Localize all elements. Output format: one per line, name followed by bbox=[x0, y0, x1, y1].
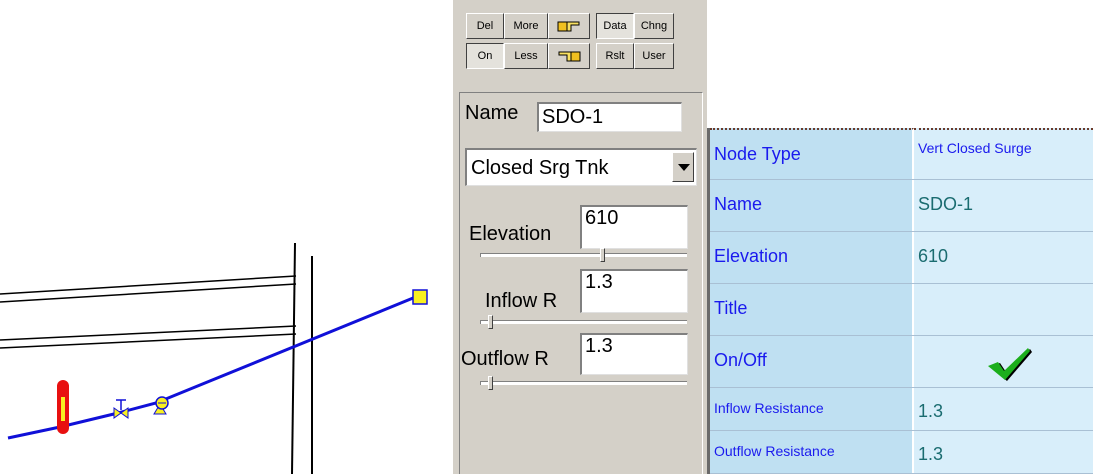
junction-node-icon[interactable] bbox=[412, 289, 428, 305]
surge-tank-highlight bbox=[61, 397, 65, 421]
outflow-resistance-field[interactable]: 1.3 bbox=[580, 333, 688, 375]
property-key: Inflow Resistance bbox=[714, 400, 824, 416]
name-field[interactable]: SDO-1 bbox=[537, 102, 682, 132]
elevation-slider[interactable] bbox=[480, 248, 687, 262]
previous-button[interactable] bbox=[548, 43, 590, 69]
next-button[interactable] bbox=[548, 13, 590, 39]
on-button[interactable]: On bbox=[466, 43, 504, 69]
node-editor: Name SDO-1 Closed Srg Tnk Elevation 610 … bbox=[459, 92, 703, 474]
outflow-resistance-label: Outflow R bbox=[461, 348, 549, 370]
pipe-line-black[interactable] bbox=[0, 325, 297, 341]
user-button[interactable]: User bbox=[634, 43, 674, 69]
inflow-resistance-label: Inflow R bbox=[485, 290, 558, 312]
elevation-field[interactable]: 610 bbox=[580, 205, 688, 249]
property-grid: Node Type Vert Closed Surge Name SDO-1 E… bbox=[707, 128, 1093, 474]
property-key: On/Off bbox=[714, 350, 767, 370]
delete-button[interactable]: Del bbox=[466, 13, 504, 39]
property-row[interactable]: Outflow Resistance 1.3 bbox=[710, 431, 1093, 474]
change-button[interactable]: Chng bbox=[634, 13, 674, 39]
pipe-line-blue[interactable] bbox=[7, 294, 419, 440]
pipe-line-vertical[interactable] bbox=[291, 242, 296, 474]
property-value: 1.3 bbox=[918, 444, 944, 464]
inflow-resistance-slider[interactable] bbox=[480, 315, 687, 329]
property-value: 1.3 bbox=[918, 401, 944, 421]
pipe-line-black[interactable] bbox=[0, 275, 297, 295]
pipe-line-black[interactable] bbox=[0, 333, 297, 349]
node-type-dropdown[interactable]: Closed Srg Tnk bbox=[465, 148, 697, 186]
control-panel: Del More Data Chng On Less Rslt User Nam… bbox=[452, 0, 707, 474]
property-value: SDO-1 bbox=[918, 194, 974, 214]
toolbar-row-1: Del More Data Chng bbox=[466, 13, 706, 39]
property-key: Name bbox=[714, 194, 763, 214]
checkmark-icon[interactable] bbox=[984, 344, 1034, 382]
outflow-resistance-slider[interactable] bbox=[480, 376, 687, 390]
pointing-hand-left-icon bbox=[558, 51, 581, 62]
property-row[interactable]: Node Type Vert Closed Surge bbox=[710, 128, 1093, 180]
property-value: Vert Closed Surge bbox=[918, 140, 1032, 156]
property-row[interactable]: Name SDO-1 bbox=[710, 180, 1093, 232]
chevron-down-icon[interactable] bbox=[672, 152, 694, 182]
property-key: Node Type bbox=[714, 144, 801, 164]
less-button[interactable]: Less bbox=[504, 43, 548, 69]
property-value: 610 bbox=[918, 246, 949, 266]
more-button[interactable]: More bbox=[504, 13, 548, 39]
name-label: Name bbox=[465, 102, 519, 124]
property-key: Elevation bbox=[714, 246, 789, 266]
valve-icon[interactable] bbox=[113, 399, 129, 419]
property-key: Outflow Resistance bbox=[714, 443, 835, 459]
network-canvas[interactable] bbox=[0, 0, 452, 474]
slider-thumb[interactable] bbox=[488, 376, 493, 390]
pointing-hand-right-icon bbox=[557, 21, 580, 32]
property-key: Title bbox=[714, 298, 748, 318]
pump-icon[interactable] bbox=[153, 396, 169, 415]
property-row[interactable]: Title bbox=[710, 284, 1093, 336]
slider-thumb[interactable] bbox=[488, 315, 493, 329]
node-type-value: Closed Srg Tnk bbox=[471, 157, 609, 179]
pipe-line-black[interactable] bbox=[0, 283, 297, 303]
property-row[interactable]: On/Off bbox=[710, 336, 1093, 388]
property-row[interactable]: Elevation 610 bbox=[710, 232, 1093, 284]
results-button[interactable]: Rslt bbox=[596, 43, 634, 69]
toolbar-row-2: On Less Rslt User bbox=[466, 43, 706, 69]
elevation-label: Elevation bbox=[469, 223, 552, 245]
property-row[interactable]: Inflow Resistance 1.3 bbox=[710, 388, 1093, 431]
data-button[interactable]: Data bbox=[596, 13, 634, 39]
slider-thumb[interactable] bbox=[600, 248, 605, 262]
inflow-resistance-field[interactable]: 1.3 bbox=[580, 269, 688, 313]
